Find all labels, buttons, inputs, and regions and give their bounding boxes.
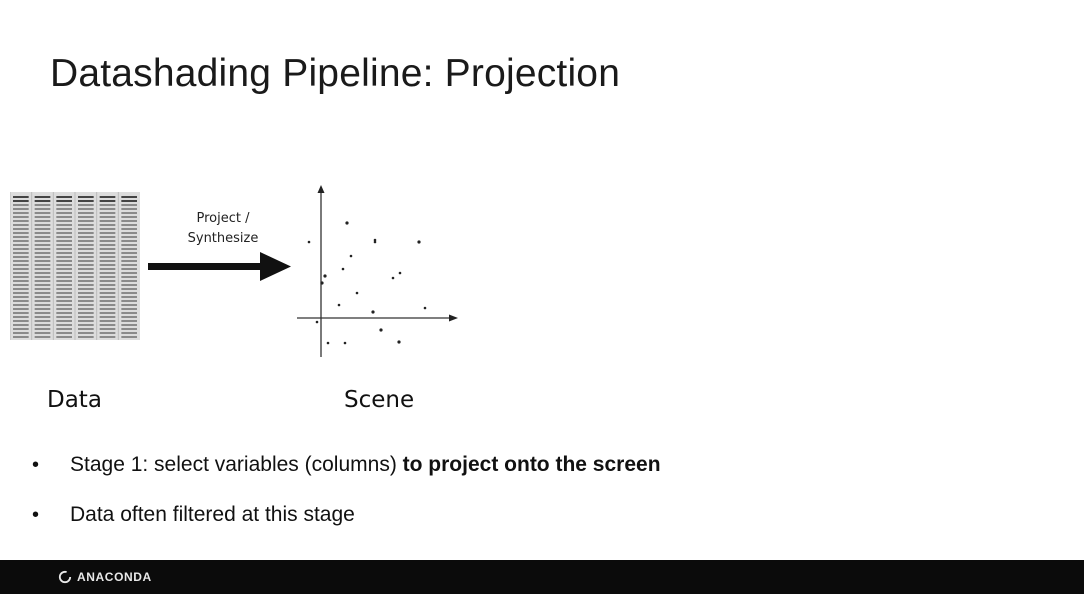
bullet-text-bold: to project onto the screen <box>402 453 661 476</box>
scene-dot <box>323 274 327 278</box>
scene-dot <box>315 320 319 324</box>
caption-data: Data <box>47 387 102 413</box>
scene-dot <box>417 240 421 244</box>
bullet-text: Stage 1: select variables (columns) <box>70 453 403 476</box>
scene-dot <box>345 221 349 225</box>
projection-arrow: Project / Synthesize <box>145 205 295 290</box>
arrow-label-line2: Synthesize <box>187 231 259 246</box>
caption-scene: Scene <box>344 387 415 413</box>
slide: Datashading Pipeline: Projection Project… <box>0 0 1084 560</box>
data-table-icon <box>9 192 140 345</box>
scene-dot <box>423 306 427 310</box>
bullet-item: • Stage 1: select variables (columns) to… <box>30 450 661 500</box>
scene-dot <box>326 341 330 345</box>
scene-dot <box>320 281 324 285</box>
scene-dot <box>355 291 359 295</box>
scene-dot <box>343 341 347 345</box>
scene-dot <box>398 271 402 275</box>
arrow-label-line1: Project / <box>196 211 250 226</box>
brand-name: ANACONDA <box>77 570 152 584</box>
footer-bar: ANACONDA <box>0 560 1084 594</box>
scene-dot <box>307 240 311 244</box>
scene-dot <box>391 276 395 280</box>
bullet-dot-icon: • <box>32 504 40 526</box>
scene-dot <box>379 328 383 332</box>
scene-dot <box>373 240 377 244</box>
scatter-plot-icon <box>295 185 465 365</box>
scene-dot <box>397 340 401 344</box>
arrow-label: Project / Synthesize <box>163 209 283 249</box>
scene-dot <box>337 303 341 307</box>
scene-dot <box>341 267 345 271</box>
bullet-item: • Data often filtered at this stage <box>30 500 661 550</box>
slide-title: Datashading Pipeline: Projection <box>50 52 621 95</box>
bullet-dot-icon: • <box>32 454 40 476</box>
bullet-text: Data often filtered at this stage <box>70 503 355 526</box>
scene-dot <box>371 310 375 314</box>
bullet-list: • Stage 1: select variables (columns) to… <box>30 450 661 550</box>
anaconda-logo: ANACONDA <box>58 570 152 584</box>
scene-dot <box>349 254 353 258</box>
anaconda-ring-icon <box>58 570 72 584</box>
right-arrow-icon <box>148 252 291 281</box>
